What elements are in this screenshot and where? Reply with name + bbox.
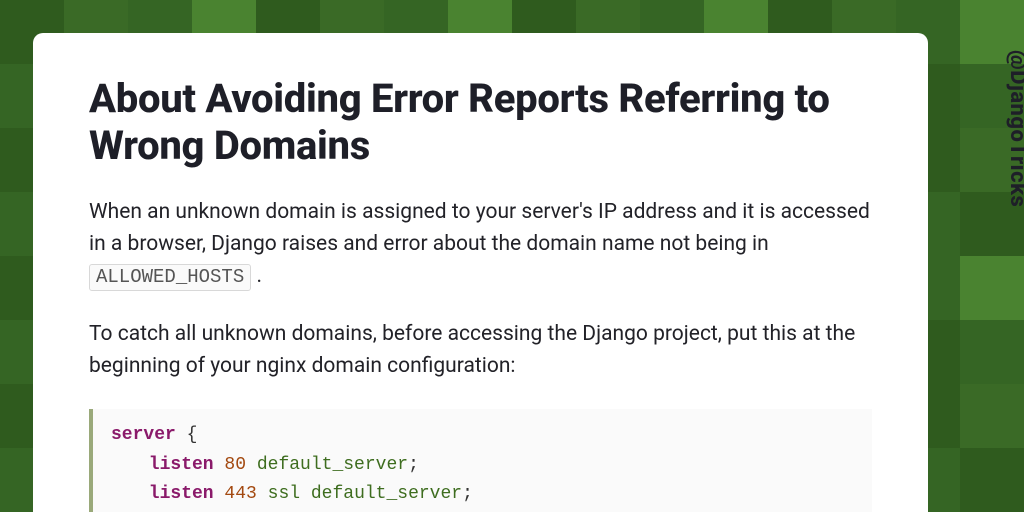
val-default-1: default_server: [257, 455, 408, 475]
instructions-paragraph: To catch all unknown domains, before acc…: [89, 319, 872, 383]
port-443: 443: [224, 484, 256, 504]
semi-2: ;: [462, 484, 473, 504]
article-title: About Avoiding Error Reports Referring t…: [89, 75, 872, 169]
nginx-code-block: server { listen 80 default_server; liste…: [89, 409, 872, 512]
code-line-3: listen 443 ssl default_server;: [111, 480, 854, 510]
code-line-2: listen 80 default_server;: [111, 451, 854, 481]
twitter-handle: @DjangoTricks: [988, 50, 1024, 207]
intro-paragraph: When an unknown domain is assigned to yo…: [89, 197, 872, 293]
val-default-2: default_server: [311, 484, 462, 504]
semi-1: ;: [408, 455, 419, 475]
code-line-1: server {: [111, 421, 854, 451]
val-ssl: ssl: [268, 484, 300, 504]
allowed-hosts-code: ALLOWED_HOSTS: [89, 264, 251, 291]
kw-listen-1: listen: [149, 455, 214, 475]
intro-text-a: When an unknown domain is assigned to yo…: [89, 200, 870, 256]
kw-listen-2: listen: [149, 484, 214, 504]
port-80: 80: [224, 455, 246, 475]
brace-open: {: [176, 425, 198, 445]
content-card: About Avoiding Error Reports Referring t…: [33, 33, 928, 512]
intro-text-b: .: [251, 264, 262, 288]
kw-server: server: [111, 425, 176, 445]
